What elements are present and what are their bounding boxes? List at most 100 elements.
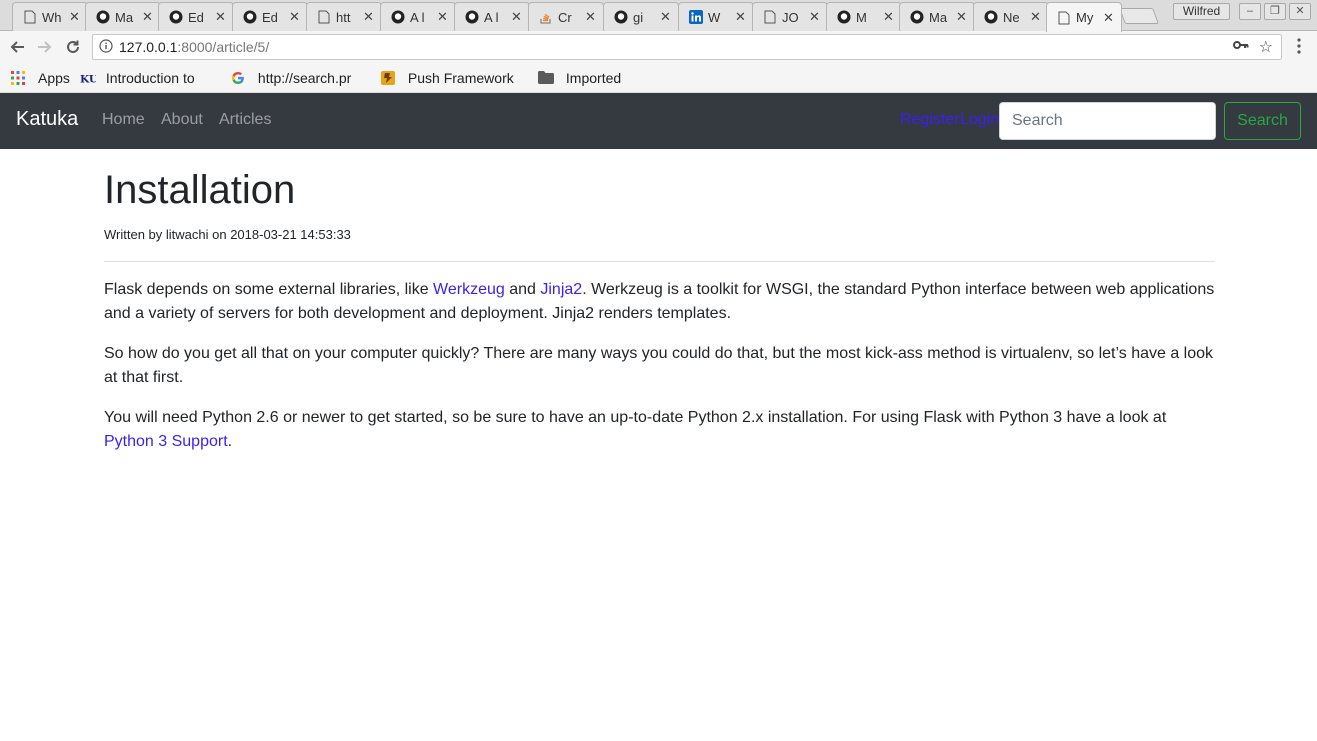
search-input[interactable] xyxy=(999,102,1216,140)
page-icon xyxy=(23,10,37,24)
browser-tab[interactable]: Wh ✕ xyxy=(12,2,88,31)
bookmark-introduction[interactable]: KU Introduction to xyxy=(80,63,220,93)
restore-button[interactable]: ❐ xyxy=(1264,3,1286,20)
browser-tab[interactable]: Ma ✕ xyxy=(85,2,161,31)
browser-menu-icon[interactable] xyxy=(1292,38,1306,54)
window-close-button[interactable]: ✕ xyxy=(1289,3,1311,20)
browser-tab[interactable]: A l ✕ xyxy=(454,2,530,31)
tab-title: Ed xyxy=(188,9,204,25)
werkzeug-link[interactable]: Werkzeug xyxy=(433,281,505,298)
key-icon[interactable] xyxy=(1233,39,1249,54)
tab-close-icon[interactable]: ✕ xyxy=(1103,10,1115,26)
bookmark-folder-imported[interactable]: Imported xyxy=(537,63,622,93)
github-icon xyxy=(837,10,851,24)
article-paragraph: So how do you get all that on your compu… xyxy=(104,345,1214,386)
github-icon xyxy=(391,10,405,24)
tab-close-icon[interactable]: ✕ xyxy=(1030,9,1042,25)
site-brand-link[interactable]: Katuka xyxy=(16,108,78,131)
tab-close-icon[interactable]: ✕ xyxy=(511,9,523,25)
linkedin-icon xyxy=(689,10,703,24)
minimize-button[interactable]: – xyxy=(1239,3,1261,20)
tab-title: Wh xyxy=(42,9,62,25)
tab-close-icon[interactable]: ✕ xyxy=(289,9,301,25)
tab-close-icon[interactable]: ✕ xyxy=(660,9,672,25)
article-paragraph: You will need Python 2.6 or newer to get… xyxy=(104,406,1215,454)
nav-home-link[interactable]: Home xyxy=(102,111,145,129)
forward-button[interactable] xyxy=(34,36,56,58)
github-icon xyxy=(910,10,924,24)
bookmark-push-framework[interactable]: Push Framework xyxy=(380,63,528,93)
paragraph-text: You will need Python 2.6 or newer to get… xyxy=(104,409,1167,426)
article-title: Installation xyxy=(104,168,296,212)
bookmark-apps[interactable]: Apps xyxy=(10,63,70,93)
tab-close-icon[interactable]: ✕ xyxy=(585,9,597,25)
tab-close-icon[interactable]: ✕ xyxy=(883,9,895,25)
tab-close-icon[interactable]: ✕ xyxy=(142,9,154,25)
paragraph-text: . xyxy=(227,433,233,450)
article-container: Installation Written by litwachi on 2018… xyxy=(104,149,1215,454)
tab-title: My xyxy=(1076,10,1094,25)
jinja2-link[interactable]: Jinja2 xyxy=(540,281,582,298)
tab-close-icon[interactable]: ✕ xyxy=(69,9,81,25)
forward-arrow-icon xyxy=(38,41,52,53)
tab-close-icon[interactable]: ✕ xyxy=(215,9,227,25)
tab-title: Ma xyxy=(115,9,134,25)
browser-tab-strip: Wh ✕ Ma ✕ Ed ✕ Ed ✕ htt ✕ A l ✕ A l ✕ Cr… xyxy=(0,0,1317,32)
tab-title: A l xyxy=(410,9,425,25)
login-link[interactable]: Login xyxy=(960,111,999,129)
back-arrow-icon xyxy=(10,41,24,53)
paragraph-text: Flask depends on some external libraries… xyxy=(104,281,434,298)
page-icon xyxy=(763,10,777,24)
tab-title: gi xyxy=(633,9,644,25)
divider xyxy=(104,261,1215,262)
browser-tab[interactable]: gi ✕ xyxy=(603,2,679,31)
browser-tab[interactable]: Ed ✕ xyxy=(158,2,234,31)
browser-tab[interactable]: htt ✕ xyxy=(306,2,382,31)
bookmark-label: Push Framework xyxy=(407,69,514,86)
github-icon xyxy=(614,10,628,24)
python3-support-link[interactable]: Python 3 Support xyxy=(104,433,228,450)
github-icon xyxy=(243,10,257,24)
tab-title: Ed xyxy=(262,9,278,25)
browser-tab[interactable]: A l ✕ xyxy=(380,2,456,31)
tab-title: M xyxy=(856,9,867,25)
apps-grid-icon xyxy=(10,70,26,86)
google-icon xyxy=(230,70,246,86)
back-button[interactable] xyxy=(6,36,28,58)
github-icon xyxy=(465,10,479,24)
nav-about-link[interactable]: About xyxy=(161,111,203,129)
tab-close-icon[interactable]: ✕ xyxy=(956,9,968,25)
nav-articles-link[interactable]: Articles xyxy=(219,111,271,129)
tab-close-icon[interactable]: ✕ xyxy=(809,9,821,25)
stackoverflow-icon xyxy=(539,10,553,24)
browser-tab[interactable]: Ne ✕ xyxy=(973,2,1049,31)
address-bar[interactable]: 127.0.0.1:8000/article/5/ ☆ xyxy=(92,34,1282,60)
search-button[interactable]: Search xyxy=(1224,102,1301,140)
browser-tab[interactable]: JO ✕ xyxy=(752,2,828,31)
browser-tab[interactable]: Ed ✕ xyxy=(232,2,308,31)
browser-tab[interactable]: Cr ✕ xyxy=(528,2,604,31)
address-path: :8000/article/5/ xyxy=(177,39,270,55)
register-link[interactable]: Register xyxy=(900,111,960,129)
address-url: 127.0.0.1:8000/article/5/ xyxy=(119,39,269,55)
tab-close-icon[interactable]: ✕ xyxy=(363,9,375,25)
browser-tab-active[interactable]: My ✕ xyxy=(1046,2,1122,32)
info-icon[interactable] xyxy=(93,38,119,56)
browser-tab[interactable]: Ma ✕ xyxy=(899,2,975,31)
paragraph-text: and xyxy=(504,281,541,298)
tab-title: htt xyxy=(336,9,351,25)
new-tab-button[interactable] xyxy=(1119,8,1159,24)
profile-button[interactable]: Wilfred xyxy=(1173,3,1230,20)
browser-tab[interactable]: W ✕ xyxy=(678,2,754,31)
reload-button[interactable] xyxy=(62,36,84,58)
bookmark-label: Imported xyxy=(565,69,622,86)
bookmark-search[interactable]: http://search.pr xyxy=(230,63,370,93)
bookmark-star-icon[interactable]: ☆ xyxy=(1259,37,1273,57)
tab-title: A l xyxy=(484,9,499,25)
tab-title: W xyxy=(708,9,721,25)
browser-tab[interactable]: M ✕ xyxy=(826,2,902,31)
tab-close-icon[interactable]: ✕ xyxy=(735,9,747,25)
tab-close-icon[interactable]: ✕ xyxy=(437,9,449,25)
folder-icon xyxy=(537,70,554,86)
site-navbar: Katuka Home About Articles Register Logi… xyxy=(0,93,1317,149)
